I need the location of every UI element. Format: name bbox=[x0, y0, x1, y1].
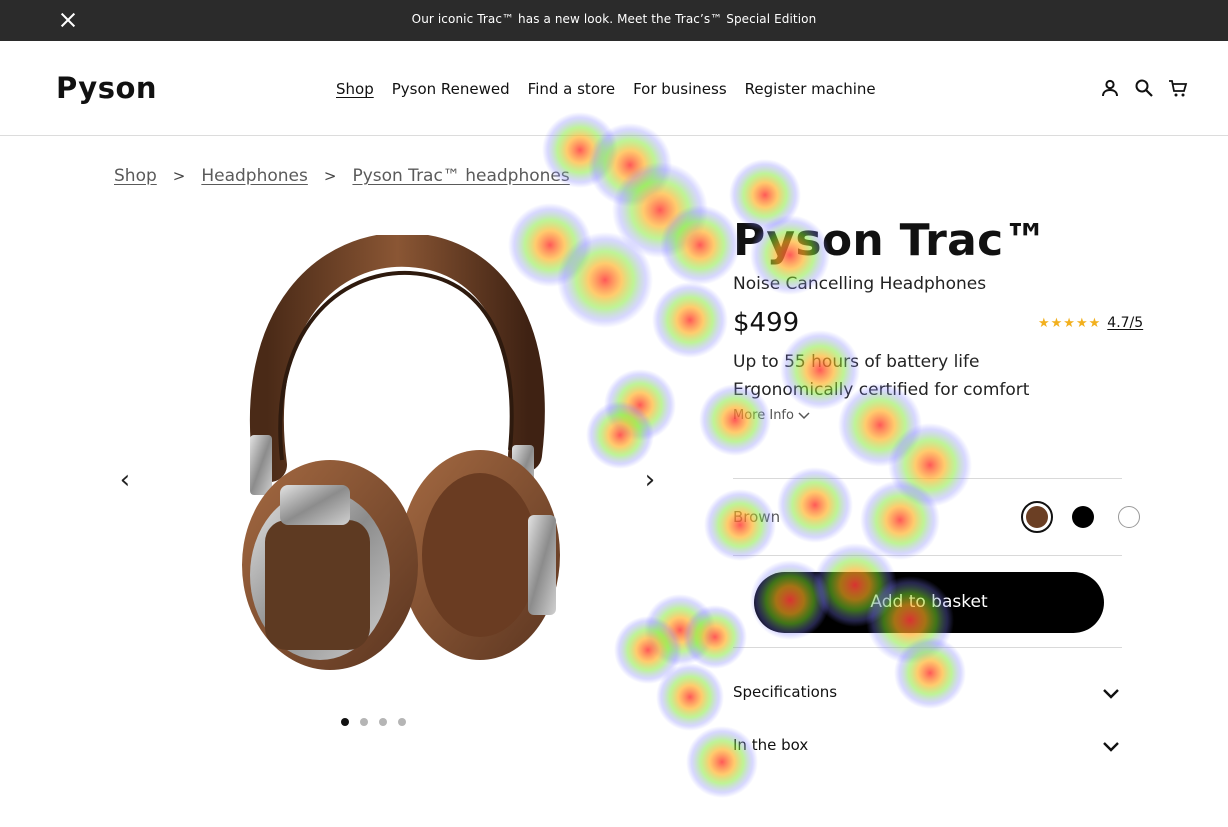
nav-shop[interactable]: Shop bbox=[336, 80, 374, 98]
add-to-basket-button[interactable]: Add to basket bbox=[754, 572, 1104, 633]
accordion-specifications[interactable]: Specifications bbox=[733, 683, 1122, 723]
feature-item: Up to 55 hours of battery life bbox=[733, 352, 980, 372]
header-icons bbox=[1100, 78, 1188, 98]
more-info-toggle[interactable]: More Info bbox=[733, 408, 810, 423]
product-title: Pyson Trac™ bbox=[733, 215, 1048, 266]
more-info-label: More Info bbox=[733, 408, 794, 423]
nav-pyson-renewed[interactable]: Pyson Renewed bbox=[392, 80, 510, 98]
swatch-white[interactable] bbox=[1113, 501, 1145, 533]
announcement-bar: Our iconic Trac™ has a new look. Meet th… bbox=[0, 0, 1228, 41]
nav-find-a-store[interactable]: Find a store bbox=[528, 80, 615, 98]
chevron-right-icon: > bbox=[323, 167, 337, 185]
divider bbox=[733, 555, 1122, 556]
main-nav: Shop Pyson Renewed Find a store For busi… bbox=[336, 80, 876, 98]
chevron-right-icon: > bbox=[172, 167, 186, 185]
product-gallery: ‹ › bbox=[110, 215, 670, 745]
product-image bbox=[210, 232, 570, 675]
product-price: $499 bbox=[733, 308, 800, 338]
feature-item: Ergonomically certified for comfort bbox=[733, 380, 1030, 400]
breadcrumb: Shop > Headphones > Pyson Trac™ headphon… bbox=[114, 166, 570, 186]
prev-arrow-icon[interactable]: ‹ bbox=[110, 465, 140, 495]
swatch-black[interactable] bbox=[1067, 501, 1099, 533]
swatch-brown[interactable] bbox=[1021, 501, 1053, 533]
accordion-label: Specifications bbox=[733, 683, 838, 701]
selected-color-label: Brown bbox=[733, 508, 781, 526]
carousel-dot[interactable] bbox=[398, 718, 406, 726]
swatch-fill bbox=[1072, 506, 1094, 528]
nav-register-machine[interactable]: Register machine bbox=[745, 80, 876, 98]
site-header: Pyson Shop Pyson Renewed Find a store Fo… bbox=[0, 41, 1228, 136]
search-icon[interactable] bbox=[1134, 78, 1154, 98]
carousel-dot[interactable] bbox=[379, 718, 387, 726]
color-swatches bbox=[1021, 501, 1145, 533]
next-arrow-icon[interactable]: › bbox=[635, 465, 665, 495]
product-info: Pyson Trac™ Noise Cancelling Headphones … bbox=[733, 215, 1143, 423]
accordion-label: In the box bbox=[733, 736, 809, 754]
chevron-down-icon bbox=[798, 411, 810, 419]
carousel-dots bbox=[341, 718, 406, 726]
divider bbox=[733, 647, 1122, 648]
rating-value[interactable]: 4.7/5 bbox=[1107, 315, 1143, 331]
chevron-down-icon bbox=[1103, 742, 1119, 752]
cart-icon[interactable] bbox=[1168, 78, 1188, 98]
breadcrumb-shop[interactable]: Shop bbox=[114, 166, 157, 186]
carousel-dot[interactable] bbox=[360, 718, 368, 726]
account-icon[interactable] bbox=[1100, 78, 1120, 98]
announcement-text: Our iconic Trac™ has a new look. Meet th… bbox=[411, 12, 817, 26]
price-row: $499 ★★★★★ 4.7/5 bbox=[733, 304, 1143, 344]
chevron-down-icon bbox=[1103, 689, 1119, 699]
feature-list: Up to 55 hours of battery life Ergonomic… bbox=[733, 348, 1123, 404]
carousel-dot[interactable] bbox=[341, 718, 349, 726]
breadcrumb-headphones[interactable]: Headphones bbox=[201, 166, 308, 186]
rating: ★★★★★ 4.7/5 bbox=[1038, 315, 1143, 331]
swatch-fill bbox=[1026, 506, 1048, 528]
nav-for-business[interactable]: For business bbox=[633, 80, 727, 98]
breadcrumb-current[interactable]: Pyson Trac™ headphones bbox=[352, 166, 569, 186]
swatch-fill bbox=[1118, 506, 1140, 528]
star-rating-icon: ★★★★★ bbox=[1038, 315, 1102, 331]
accordion-in-the-box[interactable]: In the box bbox=[733, 736, 1122, 776]
product-subtitle: Noise Cancelling Headphones bbox=[733, 274, 987, 294]
logo[interactable]: Pyson bbox=[56, 71, 157, 105]
divider bbox=[733, 478, 1122, 479]
